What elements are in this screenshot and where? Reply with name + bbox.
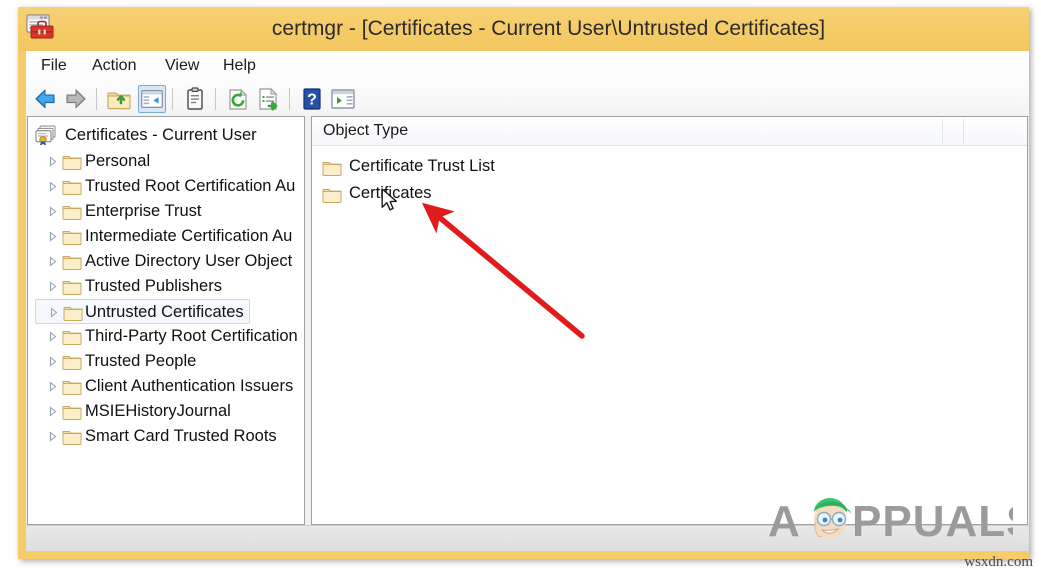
sidebar-item-enterprise-trust[interactable]: Enterprise Trust (35, 199, 206, 224)
expand-chevron-icon (49, 431, 57, 442)
show-action-pane-icon[interactable] (329, 85, 357, 113)
forward-arrow-icon[interactable] (62, 85, 90, 113)
expand-chevron-icon (50, 307, 58, 318)
menu-help[interactable]: Help (215, 51, 264, 81)
folder-icon (62, 153, 82, 170)
sidebar-item-label: Enterprise Trust (85, 202, 202, 220)
certmgr-icon (25, 13, 55, 41)
folder-icon (62, 203, 82, 220)
folder-icon (62, 278, 82, 295)
certmgr-window: certmgr - [Certificates - Current User\U… (18, 7, 1029, 559)
toolbar-separator (172, 88, 173, 110)
screenshot-root: certmgr - [Certificates - Current User\U… (0, 0, 1041, 573)
status-bar (26, 525, 1029, 551)
results-list-pane[interactable]: Object Type Certificate Trust List Certi… (312, 116, 1028, 525)
sidebar-item-client-authentication-issuers[interactable]: Client Authentication Issuers (35, 374, 298, 399)
wsxdn-watermark: wsxdn.com (964, 554, 1033, 570)
menu-action[interactable]: Action (84, 51, 144, 81)
properties-icon[interactable] (181, 85, 209, 113)
expand-chevron-icon (49, 281, 57, 292)
folder-icon (322, 158, 342, 176)
sidebar-item-label: Smart Card Trusted Roots (85, 427, 277, 445)
export-list-icon[interactable] (255, 85, 283, 113)
sidebar-item-personal[interactable]: Personal (35, 149, 155, 174)
folder-icon (322, 185, 342, 203)
title-bar[interactable]: certmgr - [Certificates - Current User\U… (18, 7, 1029, 51)
folder-icon (62, 328, 82, 345)
folder-icon (62, 378, 82, 395)
expand-chevron-icon (49, 356, 57, 367)
folder-icon (62, 353, 82, 370)
menu-view[interactable]: View (157, 51, 207, 81)
toolbar-separator (215, 88, 216, 110)
column-header-object-type[interactable]: Object Type (312, 117, 942, 145)
sidebar-item-label: Trusted People (85, 352, 197, 370)
sidebar-item-label: Personal (85, 152, 151, 170)
toolbar: ? (26, 81, 1029, 117)
expand-chevron-icon (49, 231, 57, 242)
sidebar-item-msiehistoryjournal[interactable]: MSIEHistoryJournal (35, 399, 236, 424)
sidebar-item-label: Client Authentication Issuers (85, 377, 294, 395)
sidebar-item-label: Active Directory User Object (85, 252, 293, 270)
window-title: certmgr - [Certificates - Current User\U… (271, 17, 826, 40)
list-item-certificate-trust-list[interactable]: Certificate Trust List (321, 153, 495, 179)
folder-icon (62, 178, 82, 195)
pane-splitter[interactable] (304, 116, 312, 525)
sidebar-item-label: Trusted Root Certification Au (85, 177, 296, 195)
list-item-label: Certificate Trust List (349, 157, 495, 175)
column-divider[interactable] (942, 119, 943, 144)
expand-chevron-icon (49, 331, 57, 342)
sidebar-item-label: Trusted Publishers (85, 277, 222, 295)
svg-text:?: ? (307, 92, 317, 109)
expand-chevron-icon (49, 181, 57, 192)
up-one-level-icon[interactable] (105, 85, 133, 113)
sidebar-item-trusted-root-certification-au[interactable]: Trusted Root Certification Au (35, 174, 300, 199)
expand-chevron-icon (49, 406, 57, 417)
sidebar-item-label: Untrusted Certificates (85, 303, 244, 321)
column-header-blank[interactable] (964, 117, 1027, 145)
sidebar-item-trusted-publishers[interactable]: Trusted Publishers (35, 274, 227, 299)
refresh-icon[interactable] (224, 85, 252, 113)
expand-chevron-icon (49, 256, 57, 267)
sidebar-item-label: Third-Party Root Certification (85, 327, 298, 345)
help-icon[interactable]: ? (298, 85, 326, 113)
toolbar-separator (96, 88, 97, 110)
sidebar-item-label: Intermediate Certification Au (85, 227, 293, 245)
back-arrow-icon[interactable] (31, 85, 59, 113)
folder-icon (62, 428, 82, 445)
expand-chevron-icon (49, 156, 57, 167)
toolbar-separator (289, 88, 290, 110)
folder-icon (63, 304, 83, 321)
folder-icon (62, 253, 82, 270)
sidebar-item-intermediate-certification-au[interactable]: Intermediate Certification Au (35, 224, 297, 249)
folder-icon (62, 403, 82, 420)
sidebar-item-third-party-root-certification[interactable]: Third-Party Root Certification (35, 324, 303, 349)
sidebar-item-smart-card-trusted-roots[interactable]: Smart Card Trusted Roots (35, 424, 282, 449)
list-item-label: Certificates (349, 184, 432, 202)
sidebar-item-trusted-people[interactable]: Trusted People (35, 349, 201, 374)
menu-bar: File Action View Help (26, 51, 1029, 82)
list-item-certificates[interactable]: Certificates (321, 180, 432, 206)
tree-root-label: Certificates - Current User (65, 126, 257, 144)
show-hide-console-tree-icon[interactable] (138, 85, 166, 113)
sidebar-item-untrusted-certificates[interactable]: Untrusted Certificates (35, 299, 250, 324)
expand-chevron-icon (49, 206, 57, 217)
sidebar-item-label: MSIEHistoryJournal (85, 402, 231, 420)
folder-icon (62, 228, 82, 245)
sidebar-item-active-directory-user-object[interactable]: Active Directory User Object (35, 249, 297, 274)
tree-root-node[interactable]: Certificates - Current User (35, 122, 257, 148)
list-column-header: Object Type (312, 117, 1027, 146)
console-tree-pane[interactable]: Certificates - Current User Personal Tru… (27, 116, 304, 525)
expand-chevron-icon (49, 381, 57, 392)
client-area: File Action View Help ? Certificates - C… (26, 51, 1029, 551)
menu-file[interactable]: File (33, 51, 75, 81)
panes-container: Certificates - Current User Personal Tru… (26, 116, 1029, 525)
